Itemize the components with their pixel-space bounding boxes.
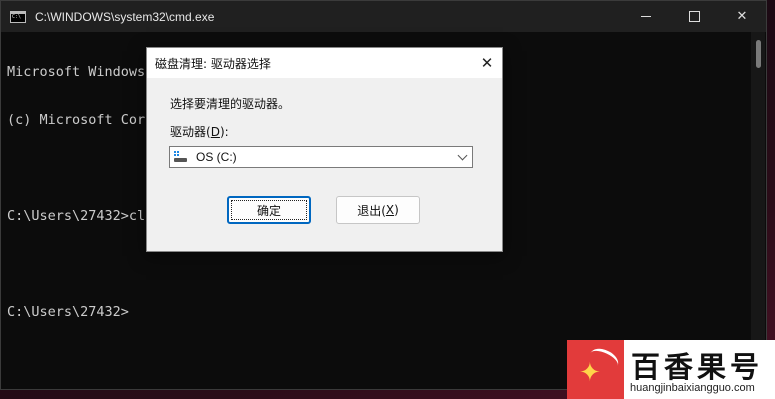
dialog-title: 磁盘清理: 驱动器选择 — [155, 56, 271, 71]
drives-label-key: D — [210, 125, 220, 139]
dialog-close-button[interactable]: ✕ — [472, 48, 502, 78]
close-icon: ✕ — [736, 9, 748, 24]
window-controls: ✕ — [622, 1, 766, 32]
console-line: C:\Users\27432> — [7, 304, 129, 320]
watermark: ✦ 百香果号 huangjinbaixiangguo.com — [567, 340, 775, 399]
chevron-down-icon[interactable] — [457, 150, 468, 161]
dialog-prompt: 选择要清理的驱动器。 — [170, 97, 291, 111]
drive-select[interactable]: OS (C:) — [169, 146, 473, 168]
minimize-icon — [641, 16, 651, 17]
minimize-button[interactable] — [622, 1, 670, 32]
vertical-scrollbar[interactable] — [751, 32, 765, 389]
exit-button-key: X — [385, 203, 395, 217]
close-button[interactable]: ✕ — [718, 1, 766, 32]
star-icon: ✦ — [579, 358, 601, 388]
scrollbar-thumb[interactable] — [756, 40, 761, 68]
disk-cleanup-dialog: 磁盘清理: 驱动器选择 ✕ 选择要清理的驱动器。 驱动器(D): OS (C:)… — [146, 47, 503, 252]
selected-drive: OS (C:) — [196, 150, 237, 164]
cmd-titlebar[interactable]: C:\WINDOWS\system32\cmd.exe ✕ — [1, 1, 766, 32]
exit-button-suffix: ) — [394, 203, 399, 217]
windows-logo-icon — [174, 151, 180, 156]
maximize-icon — [688, 11, 700, 22]
cmd-icon — [10, 10, 26, 23]
ok-button[interactable]: 确定 — [227, 196, 311, 224]
watermark-url: huangjinbaixiangguo.com — [630, 382, 755, 394]
dialog-titlebar[interactable]: 磁盘清理: 驱动器选择 ✕ — [147, 48, 502, 78]
exit-button-prefix: 退出( — [357, 203, 386, 218]
exit-button[interactable]: 退出(X) — [336, 196, 420, 224]
watermark-title: 百香果号 — [631, 350, 764, 384]
drives-label: 驱动器(D): — [170, 123, 229, 140]
drives-label-suffix: ): — [219, 125, 229, 139]
maximize-button[interactable] — [670, 1, 718, 32]
drives-label-prefix: 驱动器( — [170, 125, 211, 139]
watermark-logo: ✦ — [567, 340, 624, 399]
window-title: C:\WINDOWS\system32\cmd.exe — [35, 9, 215, 24]
close-icon: ✕ — [480, 54, 494, 72]
drive-icon — [174, 151, 188, 163]
